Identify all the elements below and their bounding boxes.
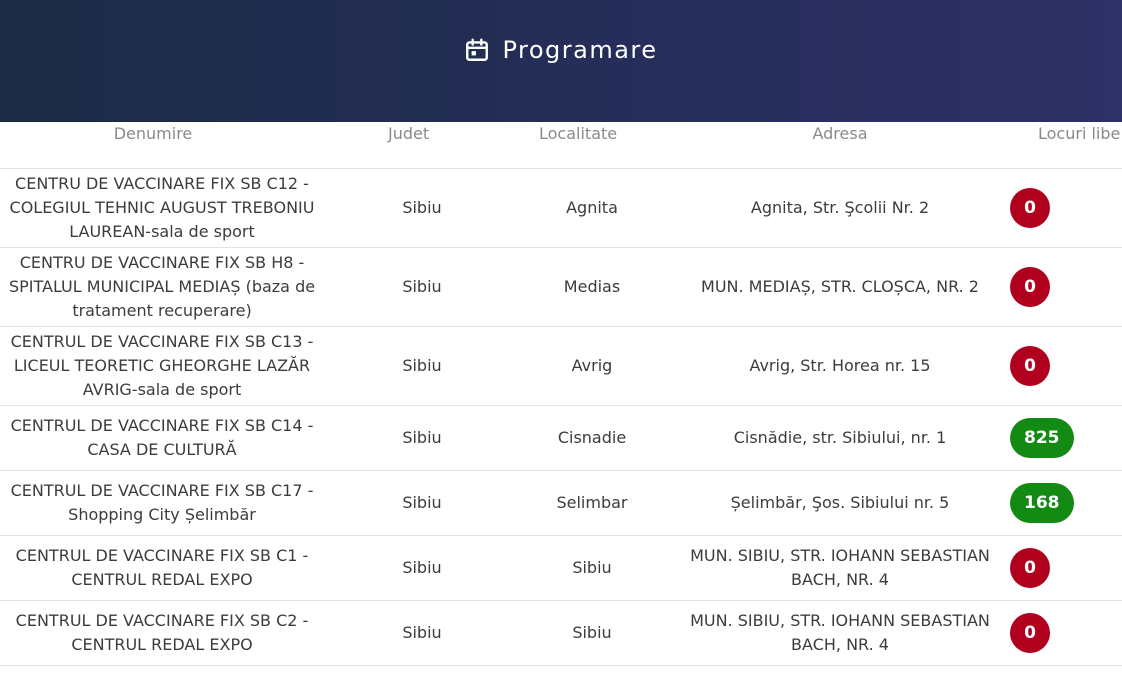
centers-table: Denumire Judet Localitate Adresa Locuri …: [0, 122, 1122, 666]
cell-denumire: CENTRUL DE VACCINARE FIX SB C2 - CENTRUL…: [15, 611, 309, 654]
slots-badge: 0: [1010, 267, 1050, 307]
table-row[interactable]: CENTRU DE VACCINARE FIX SB C12 - COLEGIU…: [0, 169, 1122, 248]
cell-locuri: 0: [1010, 248, 1090, 326]
cell-denumire: CENTRUL DE VACCINARE FIX SB C1 - CENTRUL…: [15, 546, 309, 589]
table-row[interactable]: CENTRUL DE VACCINARE FIX SB C14 - CASA D…: [0, 406, 1122, 471]
header-title-group: Programare: [464, 36, 657, 64]
cell-judet: Sibiu: [402, 558, 442, 577]
cell-localitate: Agnita: [566, 198, 618, 217]
cell-denumire: CENTRU DE VACCINARE FIX SB C12 - COLEGIU…: [9, 174, 315, 241]
cell-denumire: CENTRUL DE VACCINARE FIX SB C17 - Shoppi…: [10, 481, 314, 524]
slots-badge: 825: [1010, 418, 1074, 458]
cell-localitate: Selimbar: [556, 493, 628, 512]
slots-badge: 0: [1010, 548, 1050, 588]
cell-judet: Sibiu: [402, 198, 442, 217]
slots-badge: 168: [1010, 483, 1074, 523]
cell-adresa: Avrig, Str. Horea nr. 15: [749, 356, 931, 375]
cell-locuri: 0: [1010, 536, 1090, 600]
column-header-adresa[interactable]: Adresa: [690, 124, 990, 143]
cell-judet: Sibiu: [402, 493, 442, 512]
cell-locuri: 0: [1010, 601, 1090, 665]
cell-localitate: Sibiu: [572, 623, 612, 642]
cell-adresa: Agnita, Str. Şcolii Nr. 2: [750, 198, 930, 217]
cell-locuri: 0: [1010, 327, 1090, 405]
cell-adresa: MUN. SIBIU, STR. IOHANN SEBASTIAN BACH, …: [690, 546, 990, 589]
cell-denumire: CENTRUL DE VACCINARE FIX SB C14 - CASA D…: [10, 416, 314, 459]
cell-judet: Sibiu: [402, 623, 442, 642]
slots-badge: 0: [1010, 188, 1050, 228]
page-title: Programare: [502, 36, 658, 64]
cell-judet: Sibiu: [402, 277, 442, 296]
cell-localitate: Avrig: [571, 356, 613, 375]
calendar-icon: [466, 38, 489, 61]
column-header-localitate[interactable]: Localitate: [539, 124, 617, 143]
table-header: Denumire Judet Localitate Adresa Locuri …: [0, 122, 1122, 169]
column-header-judet[interactable]: Judet: [388, 124, 429, 143]
table-row[interactable]: CENTRUL DE VACCINARE FIX SB C1 - CENTRUL…: [0, 536, 1122, 601]
cell-denumire: CENTRUL DE VACCINARE FIX SB C13 - LICEUL…: [10, 332, 314, 399]
cell-localitate: Sibiu: [572, 558, 612, 577]
cell-adresa: Șelimbăr, Şos. Sibiului nr. 5: [730, 493, 950, 512]
cell-localitate: Medias: [563, 277, 621, 296]
cell-judet: Sibiu: [402, 356, 442, 375]
cell-locuri: 0: [1010, 169, 1090, 247]
table-row[interactable]: CENTRU DE VACCINARE FIX SB H8 - SPITALUL…: [0, 248, 1122, 327]
table-row[interactable]: CENTRUL DE VACCINARE FIX SB C13 - LICEUL…: [0, 327, 1122, 406]
cell-locuri: 168: [1010, 471, 1090, 535]
column-header-locuri-libere[interactable]: Locuri libe: [1038, 124, 1120, 143]
slots-badge: 0: [1010, 613, 1050, 653]
column-header-denumire[interactable]: Denumire: [0, 124, 306, 143]
table-row[interactable]: CENTRUL DE VACCINARE FIX SB C17 - Shoppi…: [0, 471, 1122, 536]
cell-denumire: CENTRU DE VACCINARE FIX SB H8 - SPITALUL…: [8, 253, 316, 320]
cell-locuri: 825: [1010, 406, 1090, 470]
cell-adresa: MUN. MEDIAȘ, STR. CLOȘCA, NR. 2: [701, 277, 979, 296]
page-header: Programare: [0, 0, 1122, 122]
slots-badge: 0: [1010, 346, 1050, 386]
table-row[interactable]: CENTRUL DE VACCINARE FIX SB C2 - CENTRUL…: [0, 601, 1122, 666]
cell-localitate: Cisnadie: [557, 428, 627, 447]
cell-adresa: Cisnădie, str. Sibiului, nr. 1: [733, 428, 947, 447]
cell-adresa: MUN. SIBIU, STR. IOHANN SEBASTIAN BACH, …: [690, 611, 990, 654]
cell-judet: Sibiu: [402, 428, 442, 447]
